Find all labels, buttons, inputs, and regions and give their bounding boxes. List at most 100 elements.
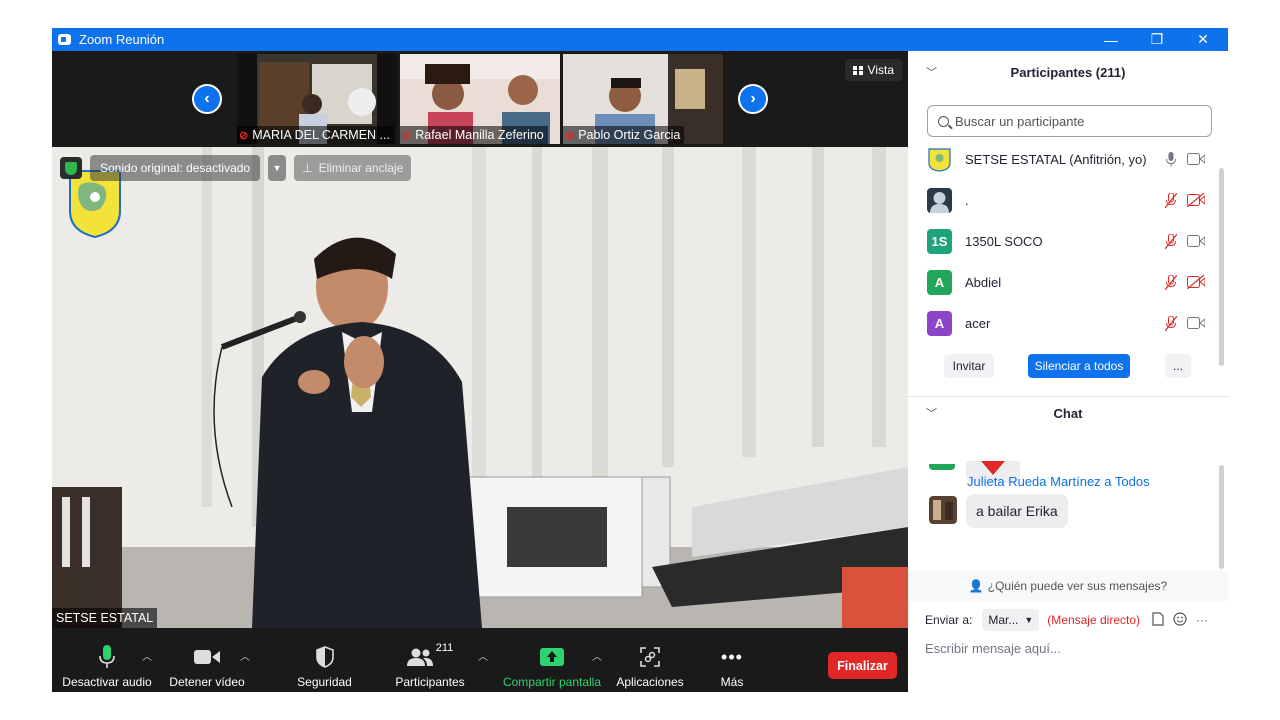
thumbnail-name: ⊘ Rafael Manilla Zeferino — [400, 126, 548, 144]
prev-page-button[interactable]: ‹ — [192, 84, 222, 114]
muted-mic-icon: ⊘ — [565, 129, 575, 142]
share-screen-label: Compartir pantalla — [502, 675, 602, 689]
participants-options-caret-icon[interactable]: ︿ — [478, 648, 488, 663]
zoom-window: Zoom Reunión — ❐ ✕ ‹ ⊘ MARIA DEL CARMEN … — [52, 28, 1228, 692]
participant-name: SETSE ESTATAL (Anfitrión, yo) — [965, 151, 1147, 167]
original-sound-caret-icon[interactable]: ▼ — [268, 155, 287, 181]
muted-mic-icon: ⊘ — [402, 129, 412, 142]
view-label: Vista — [867, 63, 894, 77]
video-camera-icon — [194, 650, 220, 664]
avatar: 1S — [927, 228, 952, 254]
encryption-shield-icon[interactable] — [60, 157, 82, 179]
participant-row[interactable]: SETSE ESTATAL (Anfitrión, yo) — [908, 139, 1228, 179]
participant-name: . — [965, 192, 969, 208]
recipient-value: Mar... — [988, 613, 1019, 627]
next-page-button[interactable]: › — [738, 84, 768, 114]
participants-button[interactable]: 211 Participantes — [390, 628, 470, 692]
send-to-label: Enviar a: — [925, 613, 973, 627]
minimize-button[interactable]: — — [1088, 28, 1134, 51]
video-off-icon[interactable] — [1186, 274, 1206, 290]
avatar — [927, 187, 952, 213]
search-placeholder: Buscar un participante — [955, 113, 1085, 129]
search-icon — [938, 115, 949, 127]
collapse-chevron-icon[interactable]: ﹀ — [926, 64, 937, 80]
participants-label: Participantes — [395, 675, 465, 689]
microphone-icon — [99, 645, 115, 668]
person-info-icon: 👤 — [968, 579, 984, 593]
avatar — [927, 146, 952, 172]
meeting-toolbar: Desactivar audio ︿ Detener vídeo ︿ Segur… — [52, 628, 908, 692]
muted-microphone-icon[interactable] — [1164, 233, 1178, 249]
collapse-chevron-icon[interactable]: ﹀ — [926, 405, 937, 421]
participant-row[interactable]: A Abdiel — [908, 262, 1228, 302]
apps-button[interactable]: Aplicaciones — [614, 628, 686, 692]
security-label: Seguridad — [297, 675, 352, 689]
microphone-icon[interactable] — [1164, 151, 1178, 167]
audio-options-caret-icon[interactable]: ︿ — [142, 648, 152, 663]
end-meeting-button[interactable]: Finalizar — [828, 652, 897, 679]
unpin-button[interactable]: ⊥ Eliminar anclaje — [294, 155, 412, 181]
emoji-icon[interactable] — [1173, 611, 1187, 629]
share-screen-button[interactable]: Compartir pantalla — [500, 628, 604, 692]
stop-video-button[interactable]: Detener vídeo — [167, 628, 247, 692]
active-speaker-video[interactable]: Sonido original: desactivado ▼ ⊥ Elimina… — [52, 147, 908, 628]
recipient-dropdown[interactable]: Mar... ▼ — [982, 609, 1040, 631]
participant-thumbnail[interactable]: ⊘ Rafael Manilla Zeferino — [400, 54, 560, 144]
thumbnail-name-text: Rafael Manilla Zeferino — [415, 128, 544, 142]
mute-all-button[interactable]: Silenciar a todos — [1028, 354, 1130, 378]
direct-message-label: (Mensaje directo) — [1047, 613, 1140, 627]
title-bar: Zoom Reunión — ❐ ✕ — [52, 28, 1228, 51]
share-options-caret-icon[interactable]: ︿ — [592, 648, 602, 663]
thumbnail-name-text: Pablo Ortiz Garcia — [578, 128, 681, 142]
muted-mic-icon: ⊘ — [239, 129, 249, 142]
muted-microphone-icon[interactable] — [1164, 192, 1178, 208]
mute-audio-label: Desactivar audio — [62, 675, 152, 689]
participant-search-input[interactable]: Buscar un participante — [927, 105, 1212, 137]
video-camera-icon[interactable] — [1186, 315, 1206, 331]
chat-scrollbar[interactable] — [1219, 465, 1224, 569]
shield-icon — [315, 646, 334, 668]
who-can-see-link[interactable]: 👤 ¿Quién puede ver sus mensajes? — [908, 571, 1228, 601]
video-options-caret-icon[interactable]: ︿ — [240, 648, 250, 663]
more-label: Más — [720, 675, 744, 689]
thumbnail-strip: ‹ ⊘ MARIA DEL CARMEN ... ⊘ Rafael Manill… — [52, 51, 908, 147]
video-camera-icon[interactable] — [1186, 233, 1206, 249]
chevron-down-icon: ▼ — [1024, 615, 1034, 625]
participant-name: Abdiel — [965, 274, 1002, 290]
chat-message-input[interactable]: Escribir mensaje aquí... — [925, 641, 1061, 656]
mute-audio-button[interactable]: Desactivar audio — [62, 628, 152, 692]
video-camera-icon[interactable] — [1186, 151, 1206, 167]
chat-message-bubble: a bailar Erika — [966, 494, 1068, 528]
participant-thumbnail[interactable]: ⊘ MARIA DEL CARMEN ... — [237, 54, 397, 144]
original-sound-button[interactable]: Sonido original: desactivado — [90, 155, 261, 181]
video-area: ‹ ⊘ MARIA DEL CARMEN ... ⊘ Rafael Manill… — [52, 51, 908, 692]
more-dots-icon: ••• — [721, 646, 743, 667]
participant-thumbnail[interactable]: ⊘ Pablo Ortiz Garcia — [563, 54, 723, 144]
muted-microphone-icon[interactable] — [1164, 315, 1178, 331]
participants-more-button[interactable]: ... — [1165, 354, 1191, 378]
window-title: Zoom Reunión — [79, 32, 165, 47]
security-button[interactable]: Seguridad — [287, 628, 362, 692]
muted-microphone-icon[interactable] — [1164, 274, 1178, 290]
more-button[interactable]: ••• Más — [712, 628, 752, 692]
avatar: A — [927, 310, 952, 336]
chat-more-button[interactable]: ··· — [1196, 613, 1208, 627]
invite-button[interactable]: Invitar — [944, 354, 994, 378]
participant-row[interactable]: . — [908, 180, 1228, 220]
close-button[interactable]: ✕ — [1180, 28, 1226, 51]
video-off-icon[interactable] — [1186, 192, 1206, 208]
participants-icon — [406, 648, 433, 666]
view-button[interactable]: Vista — [844, 59, 902, 81]
who-can-see-label: ¿Quién puede ver sus mensajes? — [987, 579, 1168, 593]
avatar: A — [927, 269, 952, 295]
speaker-name-tag: SETSE ESTATAL — [52, 608, 158, 628]
participant-row[interactable]: A acer — [908, 303, 1228, 343]
chat-message-author: Julieta Rueda Martínez a Todos — [967, 474, 1150, 489]
participant-row[interactable]: 1S 1350L SOCO — [908, 221, 1228, 261]
restore-button[interactable]: ❐ — [1134, 28, 1180, 51]
participants-count-badge: 211 — [435, 642, 454, 654]
share-screen-icon — [540, 648, 564, 666]
file-icon[interactable] — [1152, 611, 1164, 629]
speaker-video-frame — [52, 147, 908, 628]
stop-video-label: Detener vídeo — [169, 675, 245, 689]
